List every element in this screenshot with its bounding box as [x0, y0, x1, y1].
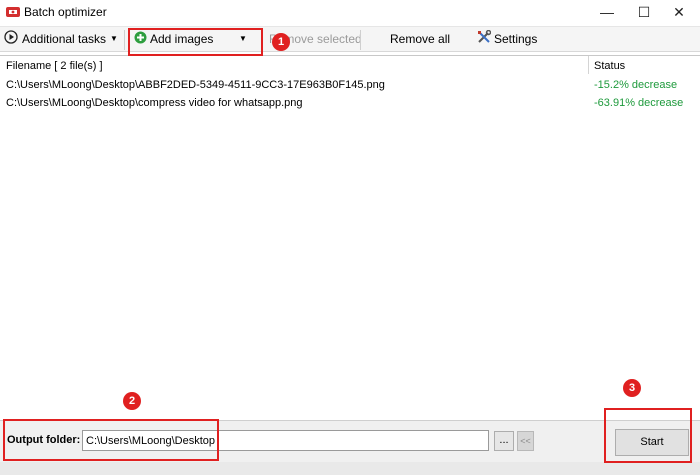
column-divider[interactable]: [588, 56, 589, 74]
title-bar: Batch optimizer — ☐ ✕: [0, 0, 700, 24]
file-row-status: -15.2% decrease: [594, 79, 678, 91]
browse-folder-button[interactable]: ...: [494, 431, 514, 451]
filename-column-header[interactable]: Filename [ 2 file(s) ]: [6, 60, 103, 72]
close-button[interactable]: ✕: [659, 0, 699, 24]
file-row-status: -63.91% decrease: [594, 97, 684, 109]
minimize-button[interactable]: —: [587, 0, 627, 24]
annotation-box-add-images: [128, 28, 263, 56]
toolbar: Additional tasks ▼ Add images ▼ Remove s…: [0, 26, 700, 52]
status-column-header[interactable]: Status: [594, 60, 625, 72]
annotation-box-start: [604, 408, 692, 463]
remove-all-button[interactable]: Remove all: [390, 27, 450, 51]
reset-folder-button[interactable]: <<: [517, 431, 534, 451]
file-row-filename[interactable]: C:\Users\MLoong\Desktop\ABBF2DED-5349-45…: [6, 79, 385, 91]
additional-tasks-button[interactable]: Additional tasks: [4, 27, 106, 51]
toolbar-separator: [360, 30, 361, 50]
annotation-badge-1: 1: [272, 33, 290, 51]
tools-icon: [477, 28, 492, 52]
status-bar: [0, 462, 700, 475]
additional-tasks-dropdown-arrow[interactable]: ▼: [110, 27, 118, 51]
window-title: Batch optimizer: [24, 5, 107, 19]
file-row-filename[interactable]: C:\Users\MLoong\Desktop\compress video f…: [6, 97, 303, 109]
settings-button[interactable]: Settings: [477, 27, 537, 51]
settings-label: Settings: [494, 32, 538, 46]
file-list[interactable]: Filename [ 2 file(s) ] Status C:\Users\M…: [0, 55, 700, 420]
toolbar-separator: [124, 30, 125, 50]
annotation-badge-2: 2: [123, 392, 141, 410]
batch-optimizer-app-icon: [6, 5, 20, 19]
annotation-box-output-folder: [3, 419, 219, 461]
maximize-button[interactable]: ☐: [624, 0, 664, 24]
annotation-badge-3: 3: [623, 379, 641, 397]
additional-tasks-label: Additional tasks: [22, 32, 107, 46]
play-circle-icon: [4, 28, 18, 52]
